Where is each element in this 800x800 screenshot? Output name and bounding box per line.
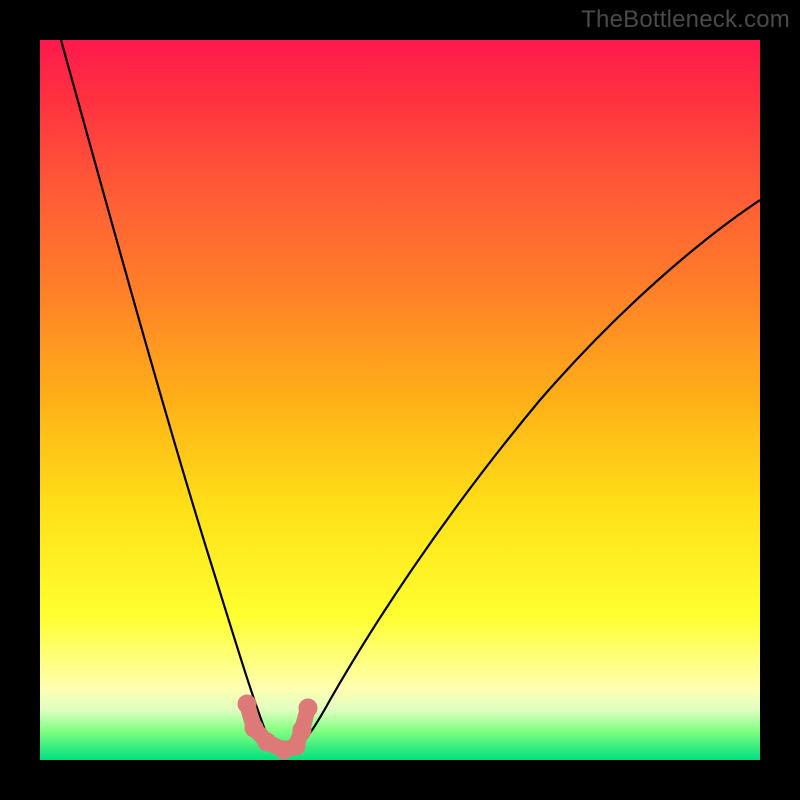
scatter-dot	[299, 699, 317, 717]
plot-area	[40, 40, 760, 760]
curve-left-branch	[61, 40, 284, 755]
chart-frame: TheBottleneck.com	[0, 0, 800, 800]
scatter-dot	[245, 719, 263, 737]
scatter-dot	[293, 721, 311, 739]
scatter-dot	[258, 733, 276, 751]
curve-right-branch	[284, 200, 760, 755]
scatter-dot	[238, 695, 256, 713]
bottleneck-curve-svg	[40, 40, 760, 760]
scatter-dot	[287, 737, 305, 755]
watermark-text: TheBottleneck.com	[581, 6, 790, 34]
